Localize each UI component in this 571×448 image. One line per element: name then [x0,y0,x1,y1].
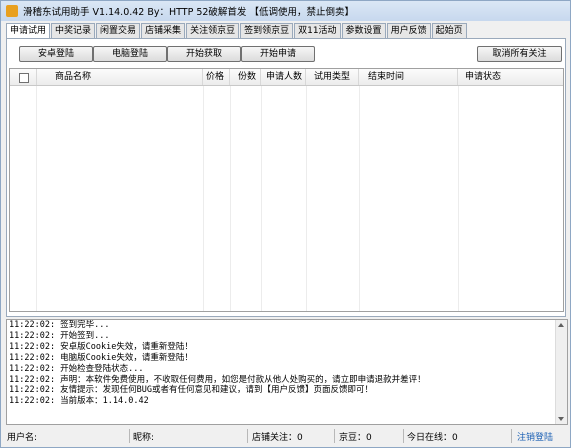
column-divider [359,86,360,311]
log-line: 11:22:02: 开始签到... [9,330,110,341]
col-price[interactable]: 价格 [204,69,230,85]
log-line: 11:22:02: 开始检查登陆状态... [9,363,144,374]
tab-follow-jingdou[interactable]: 关注领京豆 [186,23,240,38]
android-login-button[interactable]: 安卓登陆 [19,46,93,62]
column-divider [458,86,459,311]
tab-feedback[interactable]: 用户反馈 [386,23,431,38]
pc-login-button[interactable]: 电脑登陆 [93,46,167,62]
column-divider [306,86,307,311]
status-username: 用户名: [7,433,38,443]
title-bar: 滑稽东试用助手 V1.14.0.42 By：HTTP 52破解首发 【低调使用，… [1,1,570,21]
log-line: 11:22:02: 签到完毕... [9,320,110,330]
column-divider [261,86,262,311]
trial-list-header: 商品名称 价格 份数 申请人数 试用类型 结束时间 申请状态 [10,69,563,86]
app-window: 滑稽东试用助手 V1.14.0.42 By：HTTP 52破解首发 【低调使用，… [0,0,571,448]
tab-win-records[interactable]: 中奖记录 [51,23,96,38]
status-nickname: 昵称: [133,433,155,443]
log-line: 11:22:02: 安卓版Cookie失效，请重新登陆！ [9,341,193,352]
tab-double11[interactable]: 双11活动 [294,23,341,38]
cancel-all-follow-button[interactable]: 取消所有关注 [477,46,562,62]
log-line: 11:22:02: 声明：本软件免费使用，不收取任何费用，如您是付款从他人处购买… [9,374,426,385]
scroll-up-arrow-icon[interactable] [558,323,564,327]
logout-link[interactable]: 注销登陆 [517,430,553,443]
tab-checkin-jingdou[interactable]: 签到领京豆 [240,23,294,38]
tab-settings[interactable]: 参数设置 [341,23,386,38]
status-divider [129,429,130,443]
tab-shop-collect[interactable]: 店铺采集 [141,23,186,38]
select-all-checkbox[interactable] [19,73,29,83]
scroll-down-arrow-icon[interactable] [558,417,564,421]
status-shop-follow: 店铺关注：0 [252,433,303,443]
log-output[interactable]: 11:22:02: 签到完毕... 11:22:02: 开始签到... 11:2… [6,319,568,425]
status-divider [403,429,404,443]
status-divider [247,429,248,443]
column-divider [36,86,37,311]
status-today-online: 今日在线：0 [407,433,458,443]
col-trial-type[interactable]: 试用类型 [307,69,359,85]
apply-trial-panel: 安卓登陆 电脑登陆 开始获取 开始申请 取消所有关注 商品名称 价格 份数 申请… [6,38,566,317]
log-scrollbar[interactable] [555,320,567,424]
log-line: 11:22:02: 电脑版Cookie失效，请重新登陆！ [9,352,193,363]
log-lines: 11:22:02: 签到完毕... 11:22:02: 开始签到... 11:2… [9,320,555,407]
log-line: 11:22:02: 当前版本：1.14.0.42 [9,396,149,407]
col-applicants[interactable]: 申请人数 [262,69,306,85]
status-divider [334,429,335,443]
column-divider [230,86,231,311]
column-divider [203,86,204,311]
status-divider [511,429,512,443]
log-line: 11:22:02: 友情提示：发现任何BUG或者有任何意见和建议，请到【用户反馈… [9,385,374,396]
window-title: 滑稽东试用助手 V1.14.0.42 By：HTTP 52破解首发 【低调使用，… [23,7,354,18]
col-apply-status[interactable]: 申请状态 [459,69,563,85]
col-product-name[interactable]: 商品名称 [37,69,203,85]
trial-list[interactable]: 商品名称 价格 份数 申请人数 试用类型 结束时间 申请状态 [9,68,564,312]
start-apply-button[interactable]: 开始申请 [241,46,315,62]
app-icon [6,5,18,17]
col-end-time[interactable]: 结束时间 [360,69,458,85]
tab-start-page[interactable]: 起始页 [431,23,467,38]
start-fetch-button[interactable]: 开始获取 [167,46,241,62]
status-bar: 用户名: 昵称: 店铺关注：0 京豆：0 今日在线：0 注销登陆 [1,426,570,446]
tab-idle-trade[interactable]: 闲置交易 [96,23,141,38]
tab-bar: 申请试用 中奖记录 闲置交易 店铺采集 关注领京豆 签到领京豆 双11活动 参数… [6,23,468,40]
status-jingdou: 京豆：0 [339,433,372,443]
select-all-column [10,69,37,85]
col-quantity[interactable]: 份数 [231,69,261,85]
